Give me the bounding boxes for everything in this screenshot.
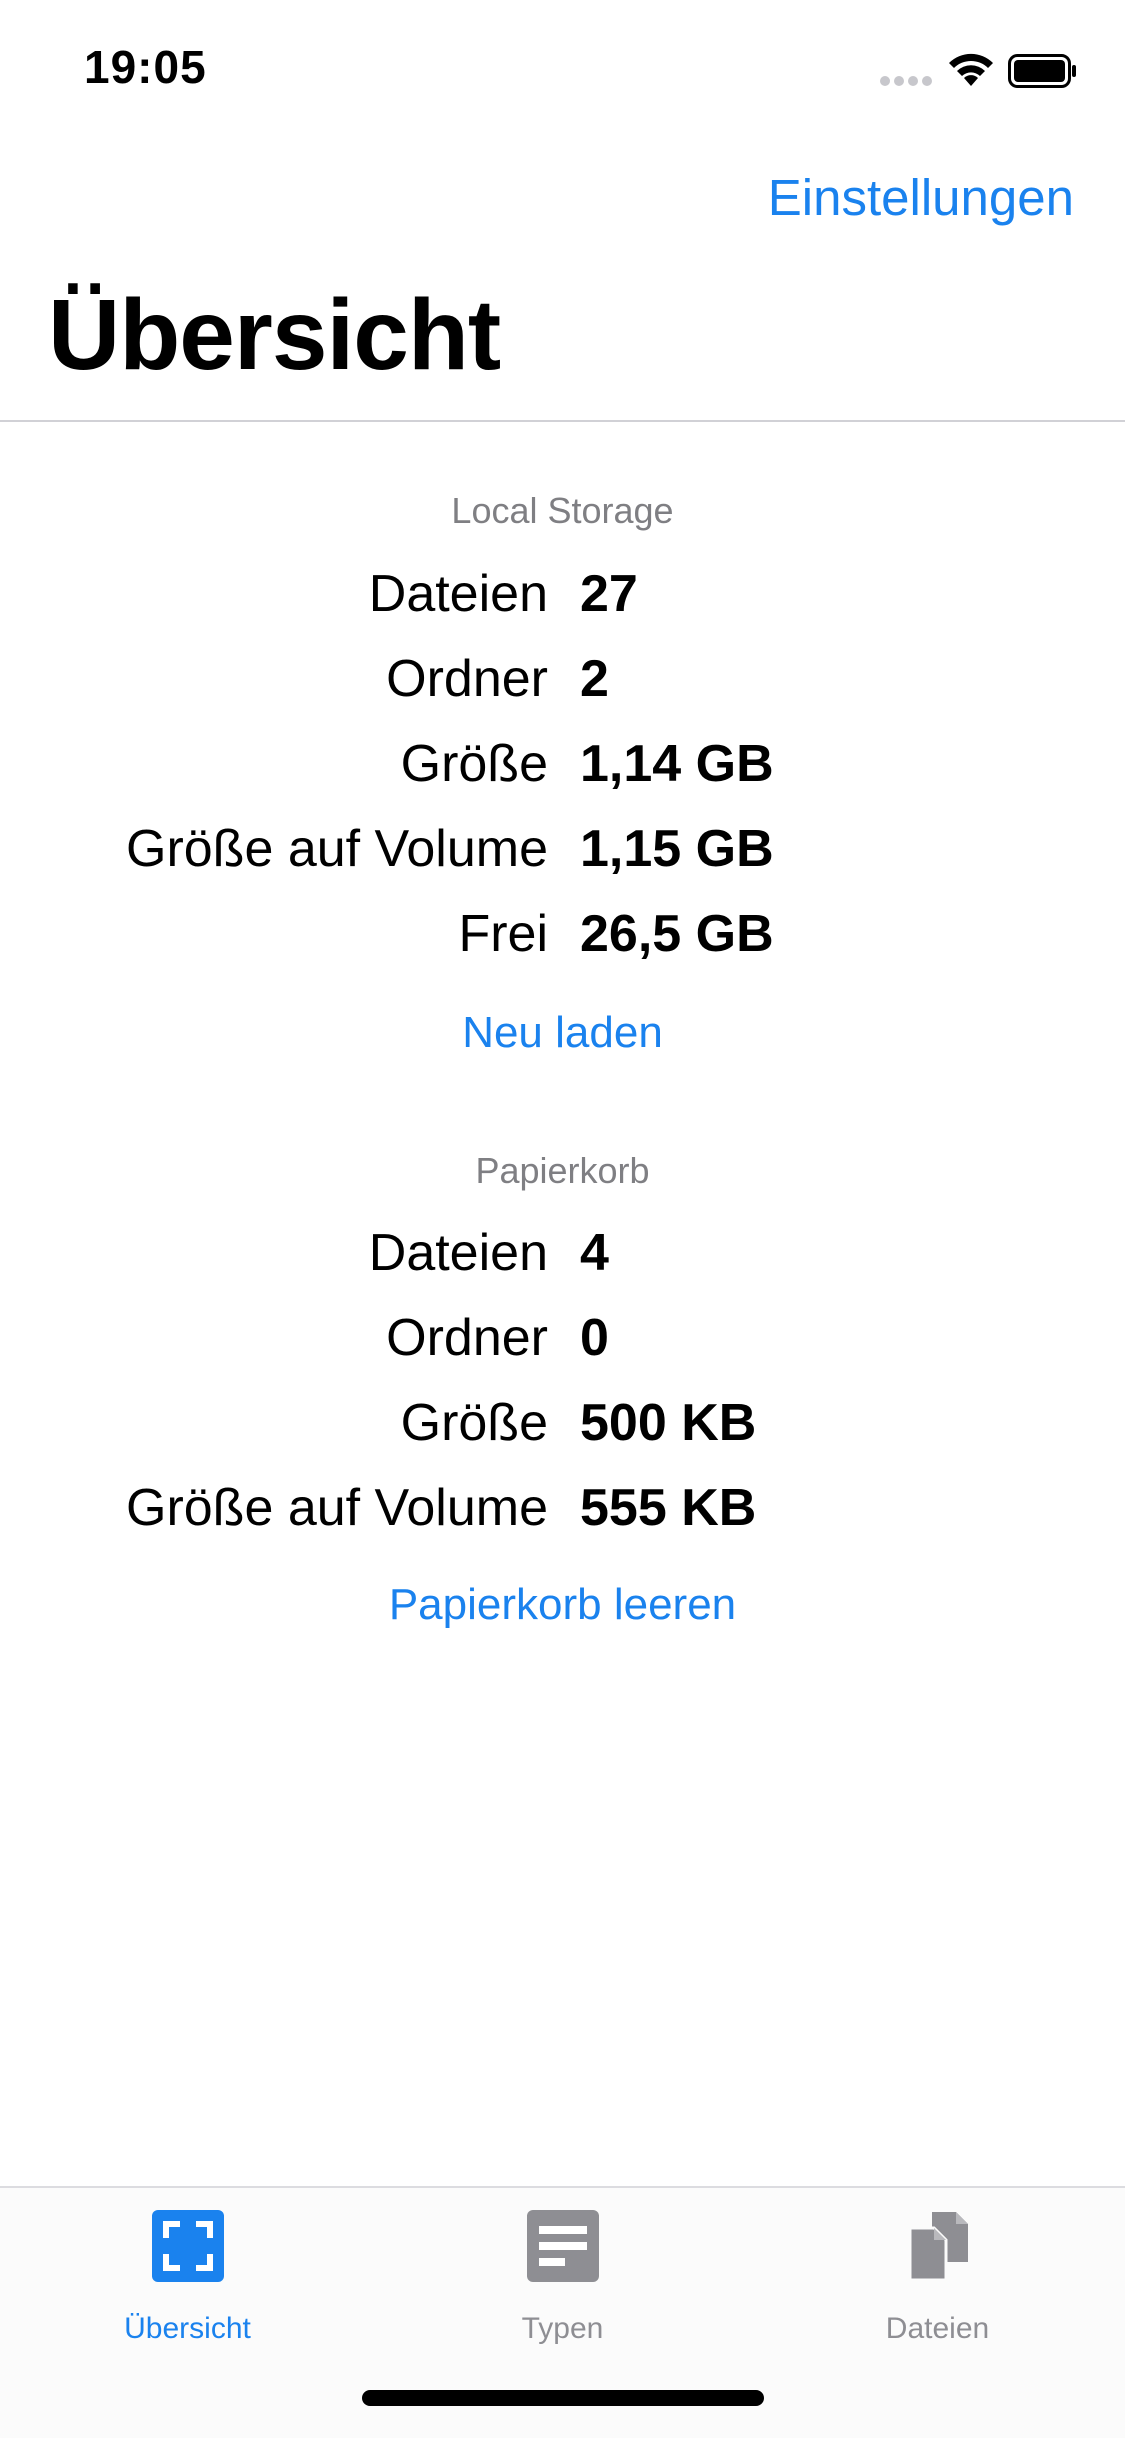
trash-header: Papierkorb [475,1150,650,1191]
tab-label: Typen [521,2312,604,2345]
page-title: Übersicht [48,279,501,391]
status-time: 19:05 [84,41,207,93]
navigation-bar: Einstellungen Übersicht [0,132,1125,422]
stat-row-size-on-volume: Größe auf Volume 555 KB [0,1478,1125,1548]
stat-label: Ordner [386,650,548,708]
reload-button[interactable]: Neu laden [0,1008,1125,1058]
stat-label: Größe auf Volume [126,820,548,878]
tab-label: Übersicht [124,2312,251,2345]
home-indicator[interactable] [362,2390,764,2406]
stat-value: 0 [580,1309,609,1367]
stat-value: 500 KB [580,1394,757,1452]
stat-row-folders: Ordner 0 [0,1308,1125,1378]
files-icon [908,2212,968,2282]
status-bar: 19:05 [0,0,1125,132]
stat-row-size: Größe 500 KB [0,1393,1125,1463]
stat-value: 26,5 GB [580,905,774,963]
stat-label: Ordner [386,1309,548,1367]
stat-label: Größe auf Volume [126,1479,548,1537]
tab-files[interactable]: Dateien [750,2210,1125,2350]
stat-row-files: Dateien 4 [0,1223,1125,1293]
wifi-icon [949,53,993,86]
battery-icon [1008,54,1076,88]
stat-row-size-on-volume: Größe auf Volume 1,15 GB [0,819,1125,889]
stat-value: 1,14 GB [580,735,774,793]
stat-value: 555 KB [580,1479,757,1537]
stat-row-free: Frei 26,5 GB [0,904,1125,974]
stat-row-folders: Ordner 2 [0,649,1125,719]
stat-row-files: Dateien 27 [0,564,1125,634]
tab-overview[interactable]: Übersicht [0,2210,375,2350]
stat-label: Größe [400,735,548,793]
tab-types[interactable]: Typen [375,2210,750,2350]
empty-trash-button[interactable]: Papierkorb leeren [0,1580,1125,1630]
stat-value: 2 [580,650,609,708]
stat-value: 4 [580,1224,609,1282]
stat-row-size: Größe 1,14 GB [0,734,1125,804]
stat-value: 27 [580,565,638,623]
stat-label: Dateien [368,1224,548,1282]
settings-button[interactable]: Einstellungen [768,168,1074,227]
cellular-signal-icon [880,76,934,86]
overview-icon [152,2210,224,2282]
stat-label: Dateien [368,565,548,623]
stat-label: Frei [458,905,548,963]
tab-label: Dateien [885,2312,990,2345]
types-icon [527,2210,599,2282]
stat-label: Größe [400,1394,548,1452]
stat-value: 1,15 GB [580,820,774,878]
local-storage-header: Local Storage [451,490,674,531]
